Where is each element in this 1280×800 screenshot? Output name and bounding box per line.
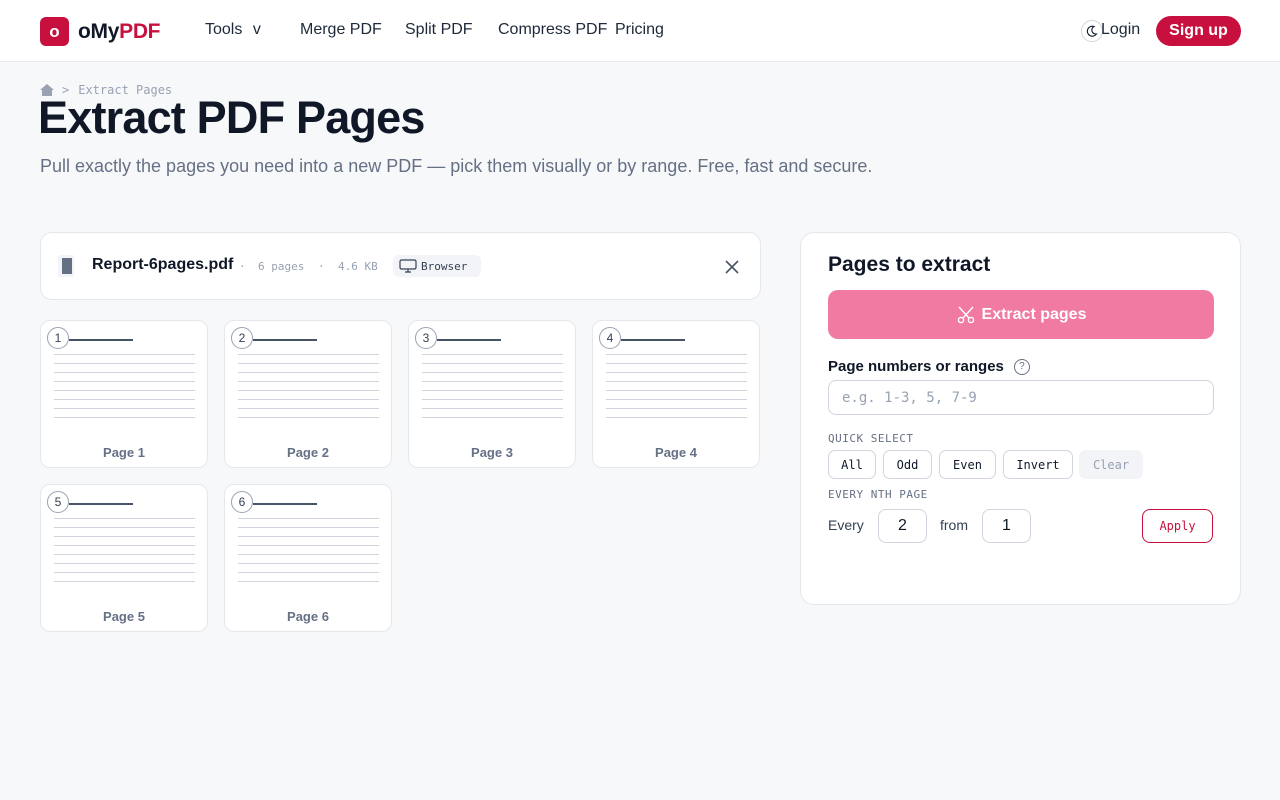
page-number-badge: 4 — [599, 327, 621, 349]
monitor-icon — [399, 259, 417, 273]
page-title: Extract PDF Pages — [38, 92, 425, 143]
page-thumbnail[interactable]: 1 Page 1 — [40, 320, 208, 468]
page-thumbnail[interactable]: 3 Page 3 — [408, 320, 576, 468]
page-heading-line — [253, 339, 317, 341]
page-heading-line — [69, 503, 133, 505]
page-number-badge: 5 — [47, 491, 69, 513]
page-heading-line — [437, 339, 501, 341]
page-thumbnail[interactable]: 6 Page 6 — [224, 484, 392, 632]
panel-title: Pages to extract — [828, 253, 991, 276]
range-field-label: Page numbers or ranges ? — [828, 358, 1030, 375]
select-even-button[interactable]: Even — [939, 450, 996, 479]
meta-dot: · — [239, 260, 246, 273]
login-link[interactable]: Login — [1101, 21, 1140, 39]
processing-mode-label: Browser — [421, 259, 468, 273]
page-number-badge: 1 — [47, 327, 69, 349]
page-heading-line — [621, 339, 685, 341]
extract-options-panel: Pages to extract Extract pages Page numb… — [800, 232, 1241, 605]
file-name: Report-6pages.pdf — [92, 256, 234, 273]
meta-dot: · — [318, 260, 325, 273]
processing-mode-badge: Browser — [393, 255, 482, 277]
nav-compress-pdf[interactable]: Compress PDF — [498, 21, 607, 39]
quick-select-label: QUICK SELECT — [828, 432, 914, 445]
logo[interactable]: o oMyPDF — [40, 17, 161, 46]
page-number-badge: 6 — [231, 491, 253, 513]
every-nth-input[interactable] — [878, 509, 927, 543]
theme-toggle-button[interactable] — [1081, 20, 1103, 42]
apply-nth-button[interactable]: Apply — [1142, 509, 1213, 543]
file-page-count: 6 pages — [258, 260, 305, 273]
page-thumbnail[interactable]: 4 Page 4 — [592, 320, 760, 468]
page-text-lines — [238, 518, 379, 582]
page-label: Page 3 — [471, 445, 513, 460]
page-text-lines — [54, 518, 195, 582]
clear-selection-button[interactable]: Clear — [1079, 450, 1143, 479]
nav-merge-pdf[interactable]: Merge PDF — [300, 21, 382, 39]
signup-button[interactable]: Sign up — [1156, 16, 1241, 46]
top-navbar: o oMyPDF Tools v Merge PDF Split PDF Com… — [0, 0, 1280, 62]
page-text-lines — [54, 354, 195, 418]
page-text-lines — [606, 354, 747, 418]
logo-text: oMyPDF — [78, 19, 161, 43]
page-subtitle: Pull exactly the pages you need into a n… — [40, 156, 873, 176]
nav-tools-label: Tools — [205, 21, 243, 38]
nav-pricing[interactable]: Pricing — [615, 21, 664, 39]
page-number-badge: 3 — [415, 327, 437, 349]
page-thumbnail[interactable]: 5 Page 5 — [40, 484, 208, 632]
page-range-input[interactable] — [828, 380, 1214, 415]
page-number-badge: 2 — [231, 327, 253, 349]
page-text-lines — [422, 354, 563, 418]
page-label: Page 2 — [287, 445, 329, 460]
from-label: from — [940, 517, 968, 533]
page-label: Page 6 — [287, 609, 329, 624]
file-card: Report-6pages.pdf · 6 pages · 4.6 KB Bro… — [40, 232, 761, 300]
page-text-lines — [238, 354, 379, 418]
page-heading-line — [253, 503, 317, 505]
invert-selection-button[interactable]: Invert — [1003, 450, 1073, 479]
page-label: Page 5 — [103, 609, 145, 624]
scissors-icon — [957, 306, 974, 323]
nav-tools-menu[interactable]: Tools v — [205, 21, 261, 39]
logo-mark: o — [40, 17, 69, 46]
close-icon — [725, 260, 739, 274]
every-nth-label: EVERY NTH PAGE — [828, 488, 928, 501]
moon-icon — [1086, 25, 1098, 37]
nav-split-pdf[interactable]: Split PDF — [405, 21, 473, 39]
file-icon — [58, 255, 74, 277]
every-label: Every — [828, 517, 864, 533]
chevron-down-icon: v — [252, 21, 261, 38]
page-heading-line — [69, 339, 133, 341]
select-odd-button[interactable]: Odd — [883, 450, 932, 479]
page-thumbnail[interactable]: 2 Page 2 — [224, 320, 392, 468]
remove-file-button[interactable] — [722, 257, 742, 277]
extract-pages-button[interactable]: Extract pages — [828, 290, 1214, 339]
from-page-input[interactable] — [982, 509, 1031, 543]
extract-pages-label: Extract pages — [981, 305, 1087, 323]
file-size: 4.6 KB — [338, 260, 378, 273]
select-all-button[interactable]: All — [828, 450, 876, 479]
page-label: Page 4 — [655, 445, 697, 460]
help-icon[interactable]: ? — [1013, 358, 1030, 375]
page-label: Page 1 — [103, 445, 145, 460]
